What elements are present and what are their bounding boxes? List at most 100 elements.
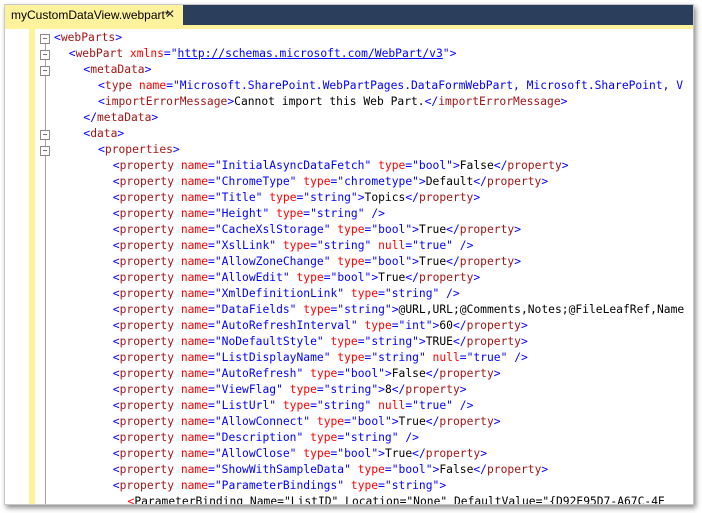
outline-guide [45,462,46,478]
code-line[interactable]: <property name="AllowEdit" type="bool">T… [5,270,693,286]
code-token: @URL,URL;@Comments,Notes;@FileLeafRef,Na… [398,303,685,316]
code-token: "> [432,479,447,492]
code-line[interactable]: <property name="ParameterBindings" type=… [5,478,693,494]
fold-toggle-icon[interactable]: − [40,130,50,140]
code-line[interactable]: <property name="Description" type="strin… [5,430,693,446]
code-token: string [378,351,419,364]
code-token: > [514,255,522,268]
fold-toggle-icon[interactable]: − [40,146,50,156]
code-token: string [391,287,433,300]
code-token: string [330,383,372,396]
code-line[interactable]: − <webPart xmlns="http://schemas.microsof… [5,46,693,62]
code-token: DataFields [221,303,290,316]
code-token: =" [310,239,324,252]
code-token: </ [391,383,406,396]
code-line[interactable]: <property name="AutoRefresh" type="bool"… [5,366,693,382]
code-token: bool [337,271,365,284]
code-token: False [459,159,494,172]
code-token: =" [364,255,379,268]
code-text: <property name="DataFields" type="string… [113,302,684,318]
code-token: type [262,191,297,204]
code-token: property [119,207,175,220]
code-token: </ [424,95,439,108]
code-token: name [174,271,209,284]
code-line[interactable]: − <properties> [5,142,693,158]
code-text: <property name="ShowWithSampleData" type… [113,462,548,478]
code-line[interactable]: − <webParts> [5,30,693,46]
code-line[interactable]: <property name="XmlDefinitionLink" type=… [5,286,693,302]
code-text: <property name="AutoRefreshInterval" typ… [113,318,528,334]
code-token: =" [310,399,324,412]
code-token: =" [208,431,222,444]
code-token: bool [357,415,385,428]
code-token: property [119,191,175,204]
code-line[interactable]: <property name="InitialAsyncDataFetch" t… [5,158,693,174]
code-line[interactable]: <property name="ListDisplayName" type="s… [5,350,693,366]
code-token: AutoRefreshInterval [221,319,351,332]
fold-toggle-icon[interactable]: − [40,66,50,76]
editor-window: myCustomDataView.webpart* ✕ − <webParts> −… [4,4,694,505]
code-line[interactable]: − <data> [5,126,693,142]
code-token: Height [221,207,263,220]
code-line[interactable]: <ParameterBinding Name="ListID" Location… [5,494,693,504]
code-text: <property name="Title" type="string">Top… [113,190,480,206]
code-token: < [112,351,120,364]
code-text: <webParts> [54,30,122,46]
code-line[interactable]: − <metaData> [5,62,693,78]
code-token: type [296,303,331,316]
code-line[interactable]: <property name="ListUrl" type="string" n… [5,398,693,414]
code-token: "> [384,415,399,428]
code-token: </ [473,175,487,188]
code-token: AutoRefresh [221,367,297,380]
code-token: property [119,319,175,332]
code-token: < [112,447,120,460]
code-token: type [296,175,331,188]
code-token: </ [452,335,467,348]
outline-guide [45,270,46,286]
fold-toggle-icon[interactable]: − [40,34,50,44]
outline-guide [45,334,46,350]
outline-guide [45,366,46,382]
code-token: </ [446,255,460,268]
code-token: Microsoft.SharePoint.WebPartPages.DataFo… [179,79,684,92]
tab-title: myCustomDataView.webpart* [11,8,170,22]
code-token: "> [371,383,385,396]
code-token: =" [208,303,222,316]
code-text: <property name="ListUrl" type="string" n… [113,398,474,414]
code-token: =" [405,239,419,252]
code-token: property [119,287,175,300]
code-token: "> [378,367,392,380]
tab-mycustomdataview-webpart[interactable]: myCustomDataView.webpart* ✕ [5,5,183,25]
code-line[interactable]: <property name="ChromeType" type="chrome… [5,174,693,190]
code-token: name [174,415,209,428]
code-token: property [119,271,175,284]
code-line[interactable]: <property name="AutoRefreshInterval" typ… [5,318,693,334]
code-text: <importErrorMessage>Cannot import this W… [98,94,567,110]
code-token: InitialAsyncDataFetch [221,159,365,172]
code-line[interactable]: <property name="AllowConnect" type="bool… [5,414,693,430]
code-line[interactable]: <property name="ViewFlag" type="string">… [5,382,693,398]
fold-toggle-icon[interactable]: − [40,50,50,60]
code-line[interactable]: <property name="NoDefaultStyle" type="st… [5,334,693,350]
code-line[interactable]: <property name="Title" type="string">Top… [5,190,693,206]
code-token: " [276,383,283,396]
code-line[interactable]: <property name="AllowZoneChange" type="b… [5,254,693,270]
code-token: True [378,271,406,284]
code-token: string [371,335,413,348]
code-token: > [473,191,481,204]
code-line[interactable]: <property name="DataFields" type="string… [5,302,693,318]
code-line[interactable]: <property name="ShowWithSampleData" type… [5,462,693,478]
code-line[interactable]: <property name="XslLink" type="string" n… [5,238,693,254]
code-line[interactable]: <type name="Microsoft.SharePoint.WebPart… [5,78,693,94]
code-token: string [316,207,358,220]
close-icon[interactable]: ✕ [163,7,177,21]
code-line[interactable]: <property name="CacheXslStorage" type="b… [5,222,693,238]
code-line[interactable]: <property name="AllowClose" type="bool">… [5,446,693,462]
code-line[interactable]: <property name="Height" type="string" /> [5,206,693,222]
code-token: property [119,415,175,428]
code-token: > [151,111,159,124]
code-editor[interactable]: − <webParts> − <webPart xmlns="http://schem… [5,29,693,504]
code-line[interactable]: <importErrorMessage>Cannot import this W… [5,94,693,110]
code-line[interactable]: </metaData> [5,110,693,126]
code-token: 8 [384,383,392,396]
